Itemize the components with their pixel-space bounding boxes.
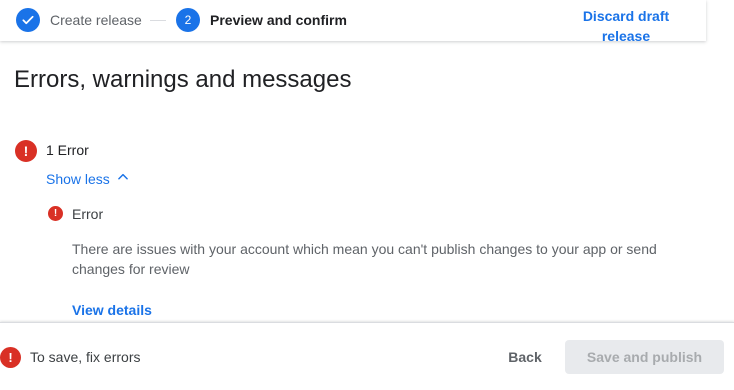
save-and-publish-button[interactable]: Save and publish	[565, 340, 724, 374]
error-item-description: There are issues with your account which…	[72, 241, 657, 277]
step-connector	[150, 20, 166, 21]
release-stepper: Create release 2 Preview and confirm Dis…	[0, 0, 706, 44]
step-complete-check-icon	[16, 8, 40, 32]
error-alert-icon: !	[15, 140, 37, 162]
discard-draft-release-button[interactable]: Discard draft release	[568, 6, 684, 46]
view-details-link[interactable]: View details	[72, 302, 152, 318]
back-button[interactable]: Back	[498, 340, 552, 374]
chevron-up-icon	[116, 170, 130, 187]
step-number-badge: 2	[176, 8, 200, 32]
error-item-title: Error	[72, 206, 104, 222]
show-less-label: Show less	[46, 170, 110, 187]
footer-error-icon: !	[0, 347, 21, 368]
show-less-toggle[interactable]: Show less	[46, 170, 130, 187]
footer-error-message: To save, fix errors	[30, 349, 141, 365]
error-count-label: 1 Error	[46, 142, 89, 158]
page-title: Errors, warnings and messages	[14, 66, 352, 93]
step-create-release-label[interactable]: Create release	[50, 12, 142, 28]
step-preview-confirm-label: Preview and confirm	[210, 12, 347, 28]
error-item-icon: !	[48, 206, 63, 221]
